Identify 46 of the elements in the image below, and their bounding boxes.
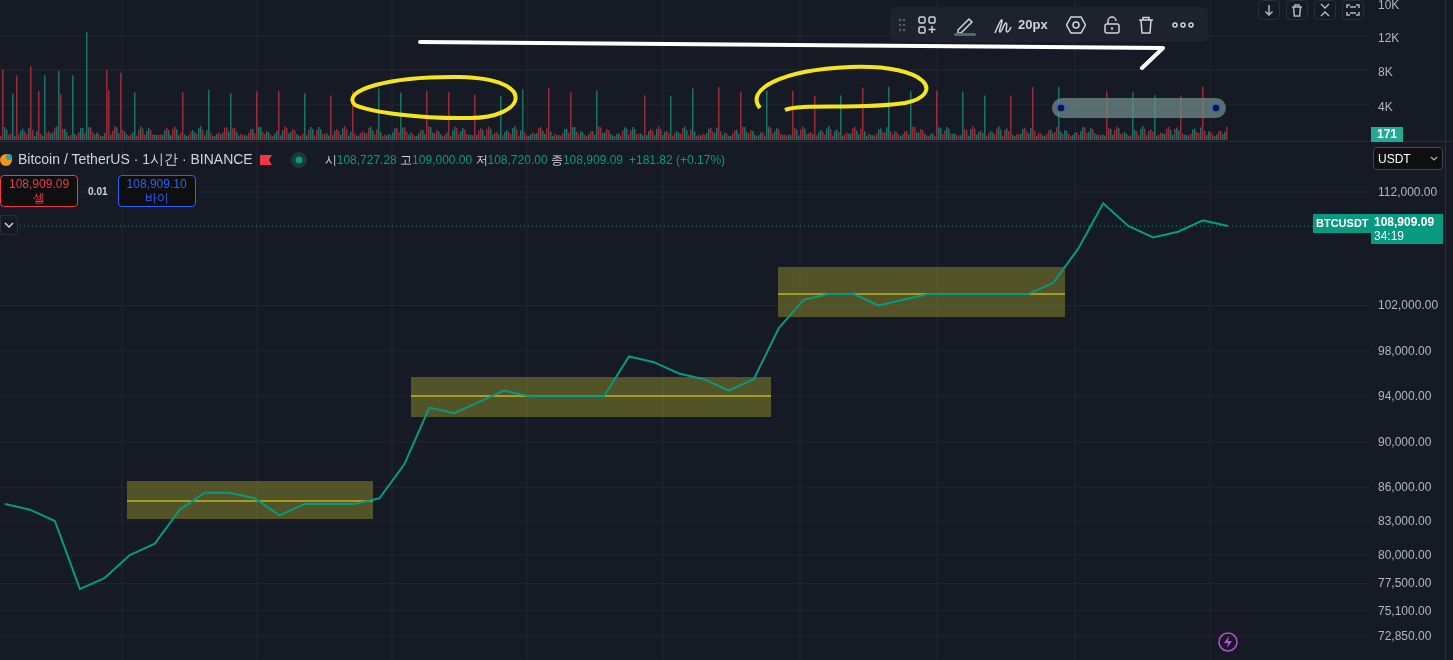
arrow-down-icon (1264, 4, 1274, 16)
trash-icon (1137, 15, 1154, 34)
trash-button[interactable] (1286, 0, 1308, 20)
buy-button[interactable]: 108,909.10 바이 (117, 175, 196, 207)
price-axis-label: 83,000.00 (1378, 514, 1432, 529)
sell-button[interactable]: 108,909.09 셀 (0, 175, 79, 207)
price-axis-label: 94,000.00 (1378, 389, 1432, 404)
symbol-price-tag: BTCUSDT (1313, 214, 1372, 233)
arrow-down-button[interactable] (1258, 0, 1280, 20)
price-axis-label: 98,000.00 (1378, 343, 1432, 358)
ohlc-values: 시108,727.28 고109,000.00 저108,720.00 종108,909.09 (324, 151, 623, 169)
symbol-title: Bitcoin / TetherUS · 1시간 · BINANCE (18, 150, 253, 169)
maximize-button[interactable] (1342, 0, 1364, 20)
trash-icon (1291, 3, 1303, 17)
volume-axis-label: 10K (1378, 0, 1400, 14)
volume-axis-label: 12K (1378, 30, 1400, 47)
maximize-icon (1346, 4, 1360, 16)
chevron-down-icon (1430, 156, 1438, 161)
price-axis-label: 102,000.00 (1378, 298, 1439, 313)
hexagon-settings-icon (1065, 15, 1086, 34)
price-axis-label: 112,000.00 (1378, 185, 1438, 199)
volume-axis-label: 8K (1378, 64, 1393, 81)
collapse-icon (1319, 3, 1331, 17)
price-axis-label: 75,100.00 (1378, 603, 1432, 618)
lightning-icon (1218, 632, 1238, 652)
volume-value-badge: 171 (1371, 127, 1403, 142)
chevron-down-icon (4, 222, 14, 228)
line-width-button[interactable]: 20px (988, 11, 1054, 38)
grid-plus-icon (918, 15, 936, 34)
collapse-button[interactable] (1314, 0, 1336, 20)
price-axis-label: 77,500.00 (1378, 576, 1432, 591)
price-axis-label: 90,000.00 (1378, 434, 1432, 449)
last-price-tag: 108,909.09 34:19 (1371, 214, 1443, 244)
price-change: +181.82 (+0.17%) (629, 151, 726, 169)
volume-axis-label: 4K (1378, 99, 1393, 116)
unlock-icon (1103, 15, 1120, 34)
collapse-button[interactable] (0, 215, 18, 235)
grip-icon (898, 17, 906, 32)
currency-dropdown[interactable]: USDT (1373, 147, 1443, 170)
quantity-text: 0.01 (88, 184, 108, 199)
price-axis-label: 86,000.00 (1378, 480, 1432, 494)
more-icon (1171, 21, 1194, 28)
flag-icon (258, 153, 273, 166)
price-axis-label: 80,000.00 (1378, 548, 1432, 563)
coin-logo-icon (0, 152, 12, 167)
price-axis-label: 72,850.00 (1378, 629, 1432, 644)
